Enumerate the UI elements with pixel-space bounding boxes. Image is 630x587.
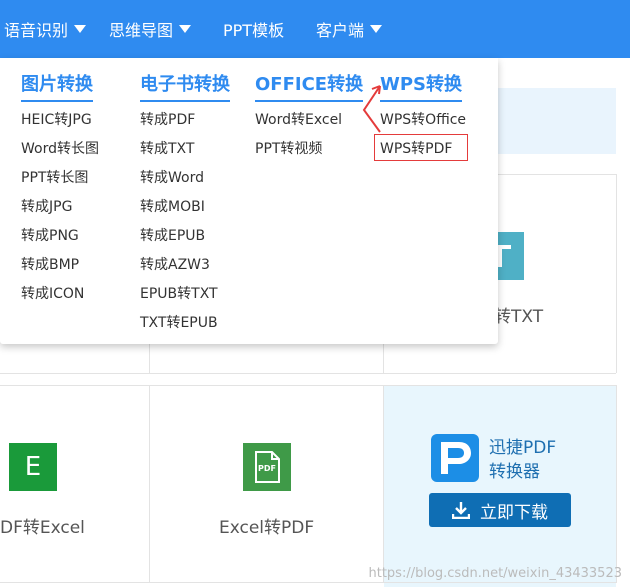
grid-divider: [383, 344, 384, 373]
menu-item-to-jpg[interactable]: 转成JPG: [21, 196, 72, 216]
nav-item-client[interactable]: 客户端: [316, 0, 383, 58]
grid-divider: [616, 385, 617, 583]
card-label-to-txt[interactable]: 转TXT: [494, 302, 543, 327]
grid-divider: [616, 174, 617, 373]
menu-item-to-mobi[interactable]: 转成MOBI: [140, 196, 205, 216]
nav-item-speech-recognition[interactable]: 语音识别: [4, 0, 87, 58]
grid-divider: [0, 373, 616, 374]
promo-title-line1: 迅捷PDF: [489, 438, 557, 458]
menu-item-word-to-long-image[interactable]: Word转长图: [21, 138, 99, 158]
menu-item-txt-to-epub[interactable]: TXT转EPUB: [140, 312, 218, 332]
wps-to-pdf-highlight-box: [374, 134, 468, 161]
menu-item-to-bmp[interactable]: 转成BMP: [21, 254, 79, 274]
card-label-excel-to-pdf[interactable]: Excel转PDF: [219, 513, 314, 538]
download-icon: [452, 502, 470, 519]
nav-item-mind-map[interactable]: 思维导图: [109, 0, 192, 58]
menu-item-to-word[interactable]: 转成Word: [140, 167, 204, 187]
menu-item-ppt-to-video[interactable]: PPT转视频: [255, 138, 322, 158]
grid-divider: [149, 344, 150, 373]
chevron-down-icon: [179, 25, 192, 33]
promo-title: 迅捷PDF 转换器: [489, 436, 556, 484]
nav-item-label: 思维导图: [109, 21, 174, 40]
promo-card: [384, 386, 616, 587]
menu-item-to-pdf[interactable]: 转成PDF: [140, 109, 195, 129]
menu-item-epub-to-txt[interactable]: EPUB转TXT: [140, 283, 218, 303]
column-heading-image-conversion: 图片转换: [21, 70, 93, 102]
grid-divider: [0, 385, 616, 386]
menu-item-to-png[interactable]: 转成PNG: [21, 225, 79, 245]
nav-item-label: 语音识别: [4, 21, 69, 40]
watermark-url: https://blog.csdn.net/weixin_43433523: [368, 566, 622, 581]
grid-divider: [383, 385, 384, 583]
menu-item-to-icon[interactable]: 转成ICON: [21, 283, 84, 303]
menu-item-to-txt[interactable]: 转成TXT: [140, 138, 194, 158]
menu-item-ppt-to-long-image[interactable]: PPT转长图: [21, 167, 88, 187]
excel-icon[interactable]: E: [9, 443, 57, 491]
menu-item-wps-to-office[interactable]: WPS转Office: [380, 109, 466, 129]
card-label-pdf-to-excel[interactable]: DF转Excel: [0, 513, 85, 538]
pdf-icon-label: PDF: [258, 464, 276, 473]
download-button-label: 立即下载: [480, 502, 548, 523]
column-heading-wps-conversion: WPS转换: [380, 70, 463, 102]
chevron-down-icon: [370, 25, 383, 33]
column-heading-office-conversion: OFFICE转换: [255, 70, 364, 102]
red-annotation-arrow-icon: [362, 85, 381, 133]
excel-icon-letter: E: [24, 452, 42, 482]
menu-item-to-azw3[interactable]: 转成AZW3: [140, 254, 210, 274]
grid-divider: [0, 582, 616, 583]
nav-item-label: 客户端: [316, 21, 365, 40]
menu-item-to-epub[interactable]: 转成EPUB: [140, 225, 205, 245]
nav-item-ppt-templates[interactable]: PPT模板: [223, 0, 284, 58]
top-nav-bar: 语音识别 思维导图 PPT模板 客户端: [0, 0, 630, 58]
nav-item-label: PPT模板: [223, 21, 285, 40]
pdf-file-icon[interactable]: PDF: [243, 443, 291, 491]
download-button[interactable]: 立即下载: [429, 493, 571, 527]
promo-title-line2: 转换器: [489, 462, 540, 482]
xunjie-pdf-logo-icon: [431, 434, 479, 482]
menu-item-heic-to-jpg[interactable]: HEIC转JPG: [21, 109, 92, 129]
chevron-down-icon: [74, 25, 87, 33]
grid-divider: [149, 385, 150, 583]
conversion-dropdown-menu: 图片转换 HEIC转JPG Word转长图 PPT转长图 转成JPG 转成PNG…: [0, 58, 498, 344]
column-heading-ebook-conversion: 电子书转换: [140, 70, 230, 102]
menu-item-word-to-excel[interactable]: Word转Excel: [255, 109, 342, 129]
